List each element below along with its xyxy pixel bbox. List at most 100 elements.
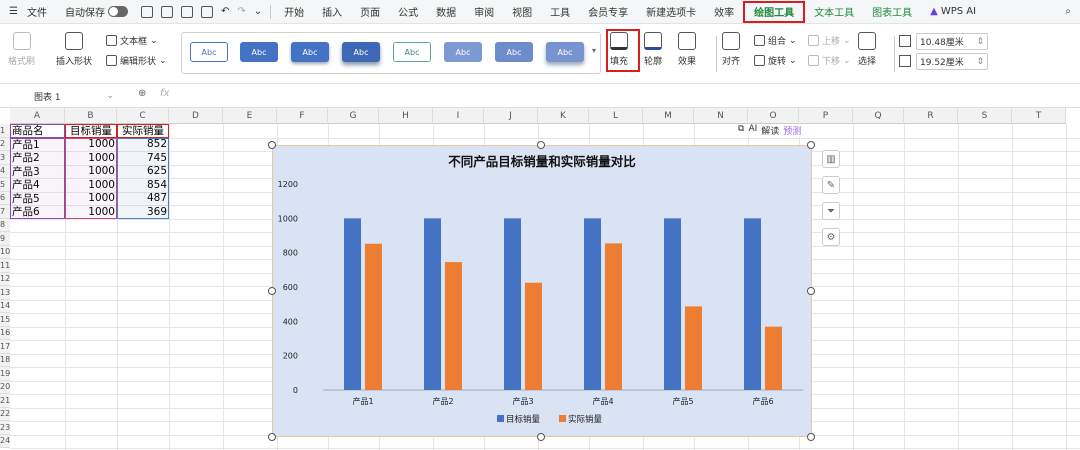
outline-button[interactable]: 轮廓 [644,32,662,67]
row-header[interactable]: 13 [0,286,10,300]
tab-new[interactable]: 新建选项卡 [637,0,705,24]
width-input[interactable]: 10.48厘米 ⇕ [916,33,988,50]
row-header[interactable]: 14 [0,299,10,313]
column-header[interactable]: N [694,108,748,124]
bring-up-button[interactable]: 上移 ⌄ [808,34,851,47]
column-header[interactable]: I [433,108,484,124]
export-icon[interactable] [160,5,173,18]
more-icon[interactable]: ⌄ [250,0,266,24]
tab-member[interactable]: 会员专享 [579,0,637,24]
column-header[interactable]: J [484,108,538,124]
select-button[interactable]: 选择 [858,32,876,67]
column-header[interactable]: E [223,108,277,124]
style-swatch[interactable]: Abc [190,42,228,62]
column-header[interactable]: B [65,108,117,124]
resize-handle[interactable] [268,433,276,441]
formula-input[interactable] [180,86,1080,106]
tab-efficiency[interactable]: 效率 [705,0,743,24]
tab-page[interactable]: 页面 [351,0,389,24]
search-icon[interactable]: ⌕ [1056,0,1080,24]
print-icon[interactable] [180,5,193,18]
chart-filter-icon[interactable]: ⏷ [822,202,840,220]
chart-settings-icon[interactable]: ⚙ [822,228,840,246]
row-header[interactable]: 19 [0,367,10,381]
row-header[interactable]: 15 [0,313,10,327]
style-swatch[interactable]: Abc [291,42,329,62]
height-input[interactable]: 19.52厘米 ⇕ [916,53,988,70]
column-header[interactable]: M [643,108,694,124]
column-header[interactable]: H [379,108,433,124]
row-header[interactable]: 16 [0,326,10,340]
column-header[interactable]: R [904,108,958,124]
row-header[interactable]: 11 [0,259,10,273]
row-header[interactable]: 17 [0,340,10,354]
chart-area[interactable]: 不同产品目标销量和实际销量对比 0 200 400 600 800 1000 1200 产品1 产… [272,145,812,437]
row-header[interactable]: 18 [0,353,10,367]
group-button[interactable]: 组合 ⌄ [754,34,797,47]
ai-explain-bar[interactable]: ⧉ AI 解读 预测 [738,124,802,137]
row-header[interactable]: 10 [0,245,10,259]
column-header[interactable]: K [538,108,589,124]
menu-icon[interactable]: ☰ [0,0,27,24]
row-header[interactable]: 1 [0,124,10,138]
insert-shape-button[interactable]: 插入形状 [56,32,92,67]
column-header[interactable]: F [277,108,328,124]
chart-elements-icon[interactable]: ▥ [822,150,840,168]
row-header[interactable]: 24 [0,434,10,448]
row-header[interactable]: 5 [0,178,10,192]
column-header[interactable]: O [748,108,799,124]
undo-icon[interactable]: ↶ [217,0,233,24]
row-header[interactable]: 23 [0,421,10,435]
text-box-button[interactable]: 文本框 ⌄ [106,34,158,47]
row-header[interactable]: 6 [0,191,10,205]
style-swatch[interactable]: Abc [495,42,533,62]
column-header[interactable]: A [10,108,65,124]
tab-review[interactable]: 审阅 [465,0,503,24]
row-header[interactable]: 4 [0,164,10,178]
effects-button[interactable]: 效果 [678,32,696,67]
resize-handle[interactable] [807,141,815,149]
resize-handle[interactable] [537,141,545,149]
send-down-button[interactable]: 下移 ⌄ [808,54,851,67]
autosave-toggle[interactable]: 自动保存 [56,0,137,24]
stepper-icon[interactable]: ⇕ [976,57,984,67]
row-header[interactable]: 9 [0,232,10,246]
column-header[interactable]: Q [853,108,904,124]
print-preview-icon[interactable] [200,5,213,18]
column-header[interactable]: P [799,108,853,124]
fx-icon[interactable]: fx [160,88,169,99]
menu-file[interactable]: 文件 [27,0,56,24]
style-swatch[interactable]: Abc [444,42,482,62]
resize-handle[interactable] [537,433,545,441]
column-header[interactable]: S [958,108,1012,124]
column-header[interactable]: T [1012,108,1066,124]
resize-handle[interactable] [807,287,815,295]
column-header[interactable]: G [328,108,379,124]
name-box[interactable]: 图表 1 ⌄ [14,88,114,104]
tab-tools[interactable]: 工具 [541,0,579,24]
column-header[interactable]: L [589,108,643,124]
column-header[interactable]: C [117,108,169,124]
row-header[interactable]: 21 [0,394,10,408]
edit-shape-button[interactable]: 编辑形状 ⌄ [106,54,167,67]
resize-handle[interactable] [807,433,815,441]
row-header[interactable]: 7 [0,205,10,219]
tab-data[interactable]: 数据 [427,0,465,24]
row-header[interactable]: 2 [0,137,10,151]
chart-style-icon[interactable]: ✎ [822,176,840,194]
resize-handle[interactable] [268,287,276,295]
row-header[interactable]: 12 [0,272,10,286]
tab-formula[interactable]: 公式 [389,0,427,24]
style-swatch[interactable]: Abc [240,42,278,62]
tab-chart-tools[interactable]: 图表工具 [863,0,921,24]
stepper-icon[interactable]: ⇕ [976,37,984,47]
tab-text-tools[interactable]: 文本工具 [805,0,863,24]
row-header[interactable]: 3 [0,151,10,165]
tab-view[interactable]: 视图 [503,0,541,24]
style-swatch[interactable]: Abc [393,42,431,62]
rotate-button[interactable]: 旋转 ⌄ [754,54,797,67]
tab-wps-ai[interactable]: ▲ WPS AI [921,0,985,24]
style-swatch[interactable]: Abc [342,42,380,62]
tab-drawing-tools[interactable]: 绘图工具 [743,0,806,23]
column-header[interactable]: D [169,108,223,124]
